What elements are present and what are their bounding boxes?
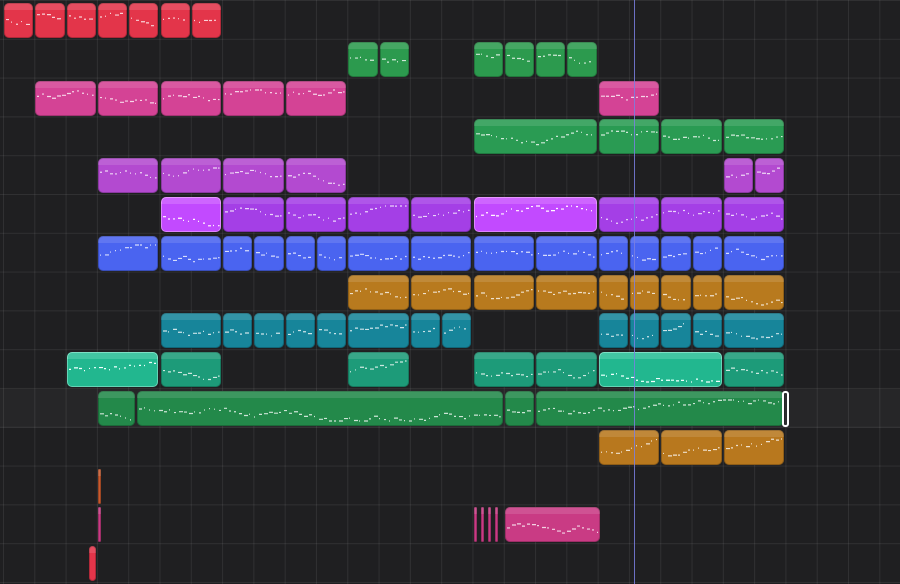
midi-region[interactable] [504,507,600,543]
midi-region[interactable] [285,235,315,271]
midi-region[interactable] [223,197,284,232]
midi-region[interactable] [379,41,409,77]
midi-region[interactable] [160,3,190,38]
midi-region[interactable] [160,80,222,116]
midi-region[interactable] [88,546,96,582]
midi-region[interactable] [723,429,785,465]
midi-region[interactable] [285,313,315,349]
midi-region[interactable] [348,352,409,388]
midi-region[interactable] [692,235,722,271]
midi-region[interactable] [223,80,284,116]
midi-region[interactable] [536,274,597,310]
midi-region[interactable] [223,158,284,194]
midi-region[interactable] [536,41,566,77]
midi-region[interactable] [692,274,722,310]
midi-region[interactable] [160,313,222,349]
midi-region[interactable] [661,197,722,232]
midi-region[interactable] [285,158,347,194]
midi-region[interactable] [348,41,378,77]
midi-region[interactable] [129,3,159,38]
midi-region[interactable] [723,352,785,388]
region-resize-handle[interactable] [782,391,789,427]
midi-region[interactable] [442,313,472,349]
midi-region[interactable] [317,313,347,349]
midi-region[interactable] [598,119,660,155]
midi-region[interactable] [473,352,535,388]
midi-region[interactable] [661,119,722,155]
midi-region[interactable] [97,235,159,271]
midi-region[interactable] [723,235,785,271]
midi-region[interactable] [410,197,472,232]
midi-region[interactable] [160,197,222,232]
midi-region[interactable] [473,274,535,310]
midi-region[interactable] [504,41,535,77]
midi-region[interactable] [410,235,472,271]
midi-region[interactable] [598,313,628,349]
midi-region[interactable] [723,197,785,232]
midi-region[interactable] [473,41,503,77]
midi-region[interactable] [723,158,754,194]
midi-region[interactable] [35,3,65,38]
arrangement-area[interactable] [0,0,900,584]
midi-region[interactable] [254,235,284,271]
midi-region[interactable] [598,352,722,388]
midi-region[interactable] [348,235,409,271]
midi-region[interactable] [97,3,128,38]
midi-region[interactable] [348,197,409,232]
midi-region[interactable] [4,3,34,38]
midi-region[interactable] [223,313,253,349]
midi-region[interactable] [348,274,409,310]
midi-region[interactable] [137,391,503,426]
midi-region[interactable] [567,41,597,77]
midi-region[interactable] [723,274,785,310]
midi-region[interactable] [254,313,284,349]
midi-region[interactable] [160,235,222,271]
midi-region[interactable] [97,158,159,194]
midi-region[interactable] [598,197,660,232]
midi-region[interactable] [160,352,222,388]
midi-region[interactable] [285,197,347,232]
midi-region[interactable] [97,80,159,116]
midi-region[interactable] [473,197,597,232]
midi-region[interactable] [755,158,785,194]
midi-region[interactable] [285,80,347,116]
midi-region[interactable] [661,429,722,465]
midi-region[interactable] [473,235,535,271]
playhead[interactable] [634,0,635,584]
midi-region[interactable] [160,158,222,194]
midi-region[interactable] [473,507,477,543]
midi-region[interactable] [495,507,499,543]
midi-region[interactable] [410,313,441,349]
midi-region[interactable] [536,352,597,388]
midi-region[interactable] [504,391,535,426]
midi-region[interactable] [191,3,222,38]
midi-region[interactable] [661,274,691,310]
midi-region[interactable] [598,429,660,465]
midi-region[interactable] [97,468,101,504]
midi-region[interactable] [97,507,102,543]
midi-region[interactable] [348,313,409,349]
midi-region[interactable] [536,391,785,426]
midi-region[interactable] [661,313,691,349]
midi-region[interactable] [692,313,722,349]
midi-region[interactable] [480,507,484,543]
midi-region[interactable] [66,3,96,38]
midi-region[interactable] [223,235,253,271]
midi-region[interactable] [97,391,136,426]
midi-region[interactable] [598,80,660,116]
midi-region[interactable] [536,235,597,271]
midi-region[interactable] [598,235,628,271]
midi-region[interactable] [487,507,492,543]
midi-region[interactable] [317,235,347,271]
midi-region[interactable] [35,80,96,116]
midi-region[interactable] [723,119,785,155]
midi-region[interactable] [410,274,472,310]
midi-region[interactable] [598,274,628,310]
midi-region[interactable] [473,119,597,155]
midi-region[interactable] [66,352,159,388]
midi-region[interactable] [723,313,785,349]
midi-region[interactable] [661,235,691,271]
